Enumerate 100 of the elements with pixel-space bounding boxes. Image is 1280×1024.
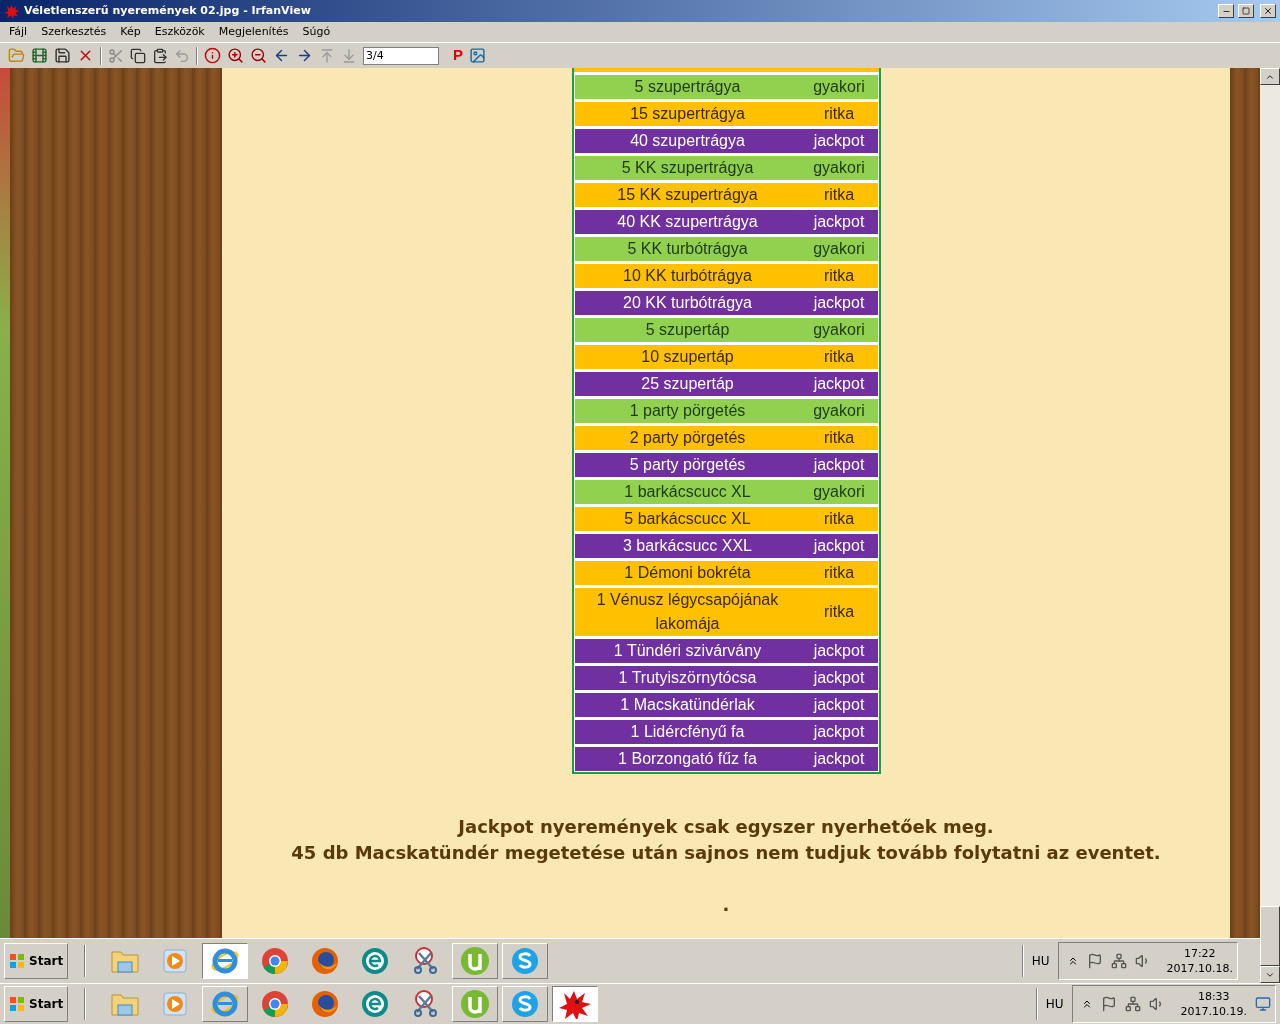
prize-name: 1 Vénusz légycsapójának lakomája: [595, 590, 780, 634]
copy-icon[interactable]: [130, 47, 146, 64]
prize-name: 5 party pörgetés: [628, 455, 747, 475]
prize-rarity: jackpot: [812, 374, 866, 394]
scissors-icon: [411, 947, 440, 975]
prize-rarity: ritka: [822, 185, 856, 205]
prize-rarity: gyakori: [812, 239, 866, 259]
scroll-down-button[interactable]: [1260, 966, 1280, 983]
windows-logo-icon: [9, 953, 25, 969]
prize-name: 15 KK szupertrágya: [616, 185, 759, 205]
window-title: Véletlenszerű nyeremények 02.jpg - IrfanView: [24, 2, 311, 19]
prize-name: 1 Macskatündérlak: [619, 695, 756, 715]
network-icon[interactable]: [1110, 953, 1127, 969]
language-indicator[interactable]: HU: [1027, 952, 1054, 970]
fox-globe-icon: [311, 990, 340, 1018]
menu-item[interactable]: Súgó: [302, 23, 331, 41]
prize-name: 2 party pörgetés: [628, 428, 747, 448]
prize-rarity: ritka: [822, 602, 856, 622]
play-icon: [162, 948, 189, 974]
minimize-button[interactable]: [1218, 4, 1234, 18]
info-icon[interactable]: [204, 47, 221, 64]
prize-rarity: gyakori: [812, 401, 866, 421]
prize-name: 40 KK szupertrágya: [616, 212, 759, 232]
e-logo-icon: [210, 989, 241, 1019]
prize-rarity: ritka: [822, 347, 856, 367]
folder-icon: [110, 948, 141, 974]
prize-rarity: jackpot: [812, 668, 866, 688]
prize-name: 5 KK turbótrágya: [626, 239, 749, 259]
prize-name: 25 szupertáp: [640, 374, 735, 394]
prize-name: 5 barkácscucc XL: [623, 509, 752, 529]
clock-date[interactable]: 2017.10.18.: [1166, 961, 1233, 976]
scrollbar[interactable]: [1260, 68, 1280, 983]
close-button[interactable]: [1260, 4, 1276, 18]
flag-icon[interactable]: [1100, 996, 1117, 1012]
network-icon[interactable]: [1124, 996, 1141, 1012]
s-cloud-icon: [510, 946, 541, 976]
zoom-out-icon[interactable]: [250, 47, 267, 64]
prize-name: 5 szupertrágya: [633, 77, 742, 97]
mu-circle-icon: [460, 946, 491, 976]
prize-rarity: ritka: [822, 104, 856, 124]
scissors-icon: [411, 990, 440, 1018]
prize-name: 5 szupertáp: [644, 320, 731, 340]
prize-rarity: jackpot: [812, 536, 866, 556]
prize-rarity: gyakori: [812, 77, 866, 97]
prize-rarity: jackpot: [812, 455, 866, 475]
prize-name: 1 barkácscucc XL: [623, 482, 752, 502]
prize-rarity: jackpot: [812, 695, 866, 715]
scroll-thumb[interactable]: [1260, 906, 1280, 966]
menu-item[interactable]: Fájl: [9, 23, 28, 41]
prize-name: 20 KK turbótrágya: [622, 293, 753, 313]
taskbar-button[interactable]: [552, 986, 599, 1022]
e-logo-icon: [210, 946, 241, 976]
flag-icon[interactable]: [1086, 953, 1103, 969]
splat-icon: [4, 3, 20, 19]
prize-rarity: jackpot: [812, 641, 866, 661]
play-icon: [162, 991, 189, 1017]
prize-name: 3 barkácsucc XXL: [622, 536, 753, 556]
menu-item[interactable]: Eszközök: [154, 23, 205, 41]
prize-rarity: gyakori: [812, 482, 866, 502]
scroll-up-button[interactable]: [1260, 68, 1280, 85]
prize-name: 1 Démoni bokréta: [623, 563, 752, 583]
page-field[interactable]: 3/4: [363, 46, 439, 65]
prize-name: 40 szupertrágya: [629, 131, 746, 151]
menu-item[interactable]: Kép: [120, 23, 141, 41]
clock-time[interactable]: 17:22: [1183, 946, 1216, 961]
picture-icon[interactable]: [469, 47, 486, 64]
prize-rarity: jackpot: [812, 749, 866, 769]
language-indicator[interactable]: HU: [1041, 995, 1068, 1013]
maximize-button[interactable]: [1238, 4, 1254, 18]
prize-rarity: ritka: [822, 509, 856, 529]
prize-rarity: gyakori: [812, 320, 866, 340]
prize-name: 5 KK szupertrágya: [620, 158, 755, 178]
mu-circle-icon: [460, 989, 491, 1019]
windows-logo-icon: [9, 996, 25, 1012]
tricolor-circle-icon: [261, 947, 290, 975]
clock-time[interactable]: 18:33: [1197, 989, 1230, 1004]
maximize-icon: [1242, 7, 1250, 15]
prize-rarity: gyakori: [812, 158, 866, 178]
film-icon[interactable]: [31, 47, 48, 64]
zoom-in-icon[interactable]: [227, 47, 244, 64]
taskbar-button[interactable]: [202, 943, 249, 979]
start-button[interactable]: Start: [4, 943, 69, 979]
s-cloud-icon: [510, 989, 541, 1019]
save-icon[interactable]: [54, 47, 71, 64]
paste-icon[interactable]: [152, 47, 168, 64]
note-text: Jackpot nyeremények csak egyszer nyerhetőek meg.: [458, 815, 994, 839]
splat-icon: [558, 989, 593, 1019]
menu-item[interactable]: Megjelenítés: [218, 23, 289, 41]
prize-rarity: ritka: [822, 266, 856, 286]
prize-name: 1 Trutyiszörnytócsa: [617, 668, 758, 688]
monitor-icon[interactable]: [1255, 996, 1271, 1012]
prize-rarity: ritka: [822, 428, 856, 448]
clock-date[interactable]: 2017.10.19.: [1180, 1004, 1247, 1019]
tricolor-circle-icon: [261, 990, 290, 1018]
prize-name: 1 party pörgetés: [628, 401, 747, 421]
prize-rarity: jackpot: [812, 131, 866, 151]
folder-icon: [110, 991, 141, 1017]
prize-name: 10 szupertáp: [640, 347, 735, 367]
menu-item[interactable]: Szerkesztés: [41, 23, 107, 41]
start-button[interactable]: Start: [4, 986, 69, 1022]
